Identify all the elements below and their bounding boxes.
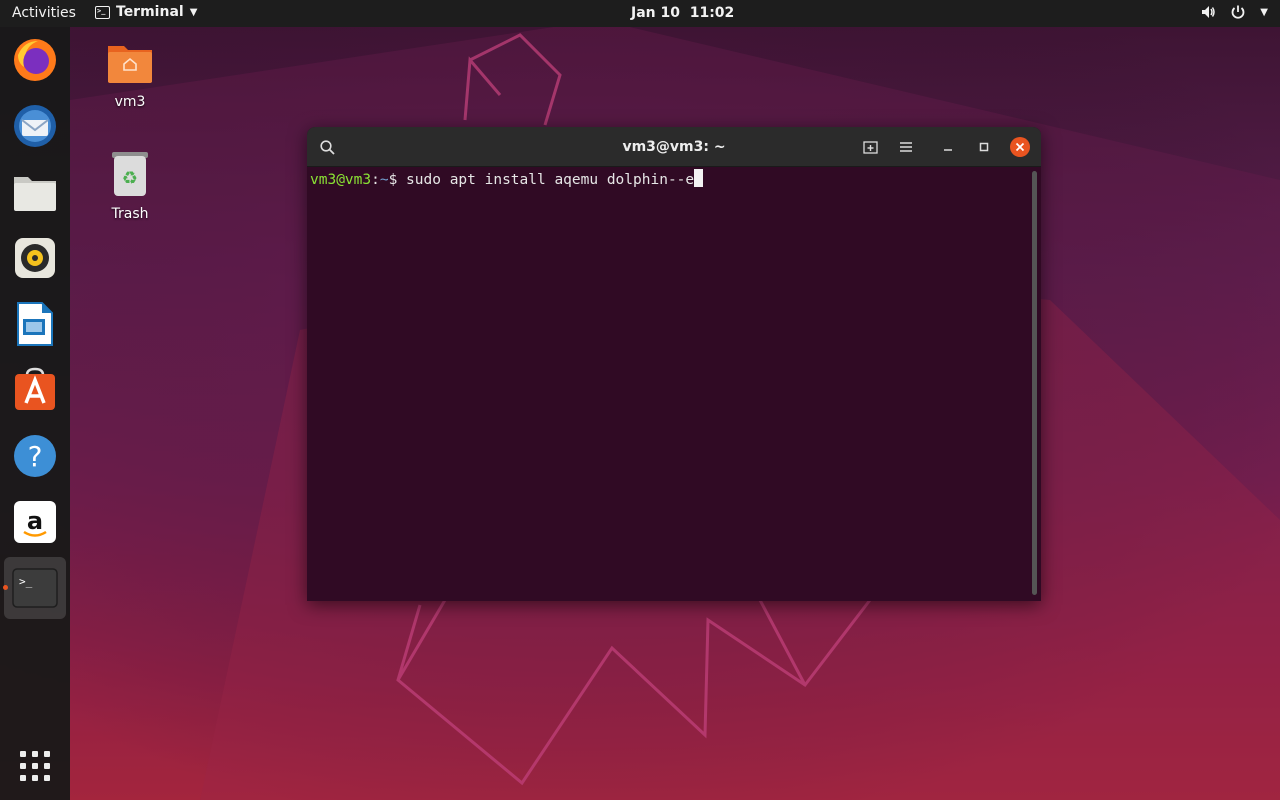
close-button[interactable]: [1008, 135, 1032, 159]
prompt-separator: :: [371, 172, 380, 188]
trash-icon: ♻: [112, 152, 148, 196]
chevron-down-icon: ▼: [189, 6, 198, 18]
firefox-icon: [14, 39, 56, 81]
terminal-titlebar[interactable]: vm3@vm3: ~: [307, 127, 1041, 167]
terminal-glyph: >_: [19, 575, 33, 588]
terminal-small-icon: >_: [95, 5, 110, 19]
power-icon[interactable]: [1230, 4, 1246, 20]
files-icon: [14, 177, 56, 211]
text-cursor: [694, 169, 704, 187]
desktop-home-folder[interactable]: vm3: [90, 40, 170, 110]
new-tab-button[interactable]: [858, 135, 882, 159]
top-bar: Activities >_ Terminal ▼ Jan 10 11:02 ▼: [0, 0, 1280, 27]
dock-item-terminal[interactable]: >_: [4, 557, 66, 619]
minimize-icon: [944, 149, 952, 151]
writer-icon: [17, 302, 53, 346]
scrollbar[interactable]: [1032, 171, 1037, 595]
chevron-down-icon[interactable]: ▼: [1260, 4, 1268, 20]
dock-item-help[interactable]: ?: [10, 431, 60, 481]
prompt-user: vm3@vm3: [310, 172, 372, 188]
dock: ? a >_: [0, 27, 70, 800]
maximize-icon: [979, 142, 989, 152]
amazon-icon: a: [14, 501, 56, 543]
help-glyph: ?: [28, 440, 43, 473]
command-line: vm3@vm3:~$ sudo apt install aqemu dolphi…: [310, 169, 1038, 191]
terminal-content[interactable]: vm3@vm3:~$ sudo apt install aqemu dolphi…: [307, 167, 1041, 601]
apps-grid-icon: [20, 751, 50, 781]
running-indicator: [3, 585, 8, 590]
dock-item-files[interactable]: [10, 167, 60, 217]
home-folder-label: vm3: [114, 94, 146, 110]
show-applications-button[interactable]: [10, 741, 60, 791]
terminal-window[interactable]: vm3@vm3: ~ vm3@vm3:~$ sudo apt install a…: [307, 127, 1041, 601]
home-folder-icon: [108, 46, 152, 83]
menu-button[interactable]: [894, 135, 918, 159]
help-icon: ?: [14, 435, 56, 477]
app-menu-label: Terminal: [116, 4, 184, 20]
app-menu-button[interactable]: >_ Terminal ▼: [95, 4, 197, 20]
thunderbird-icon: [14, 105, 56, 147]
terminal-icon: >_: [12, 568, 58, 608]
trash-label: Trash: [111, 206, 149, 222]
window-title: vm3@vm3: ~: [622, 139, 726, 155]
software-icon: [15, 367, 55, 410]
activities-button[interactable]: Activities: [12, 5, 76, 21]
prompt-path: ~: [379, 172, 389, 188]
dock-item-thunderbird[interactable]: [10, 101, 60, 151]
rhythmbox-icon: [15, 238, 55, 278]
volume-icon[interactable]: [1200, 4, 1216, 20]
svg-text:♻: ♻: [122, 168, 138, 189]
dock-item-amazon[interactable]: a: [10, 497, 60, 547]
command-text: sudo apt install aqemu dolphin--e: [406, 172, 695, 188]
hamburger-icon: [900, 142, 912, 152]
close-icon: [1010, 137, 1030, 157]
desktop-trash[interactable]: ♻ Trash: [90, 150, 170, 222]
system-tray[interactable]: ▼: [1200, 4, 1268, 20]
new-tab-icon: [862, 140, 878, 154]
minimize-button[interactable]: [936, 135, 960, 159]
dock-item-ubuntu-software[interactable]: [10, 365, 60, 415]
maximize-button[interactable]: [972, 135, 996, 159]
dock-item-rhythmbox[interactable]: [10, 233, 60, 283]
amazon-glyph: a: [27, 507, 43, 535]
dock-item-firefox[interactable]: [10, 35, 60, 85]
dock-item-writer[interactable]: [10, 299, 60, 349]
clock[interactable]: Jan 10 11:02: [631, 5, 734, 21]
prompt-dollar: $: [388, 172, 407, 188]
